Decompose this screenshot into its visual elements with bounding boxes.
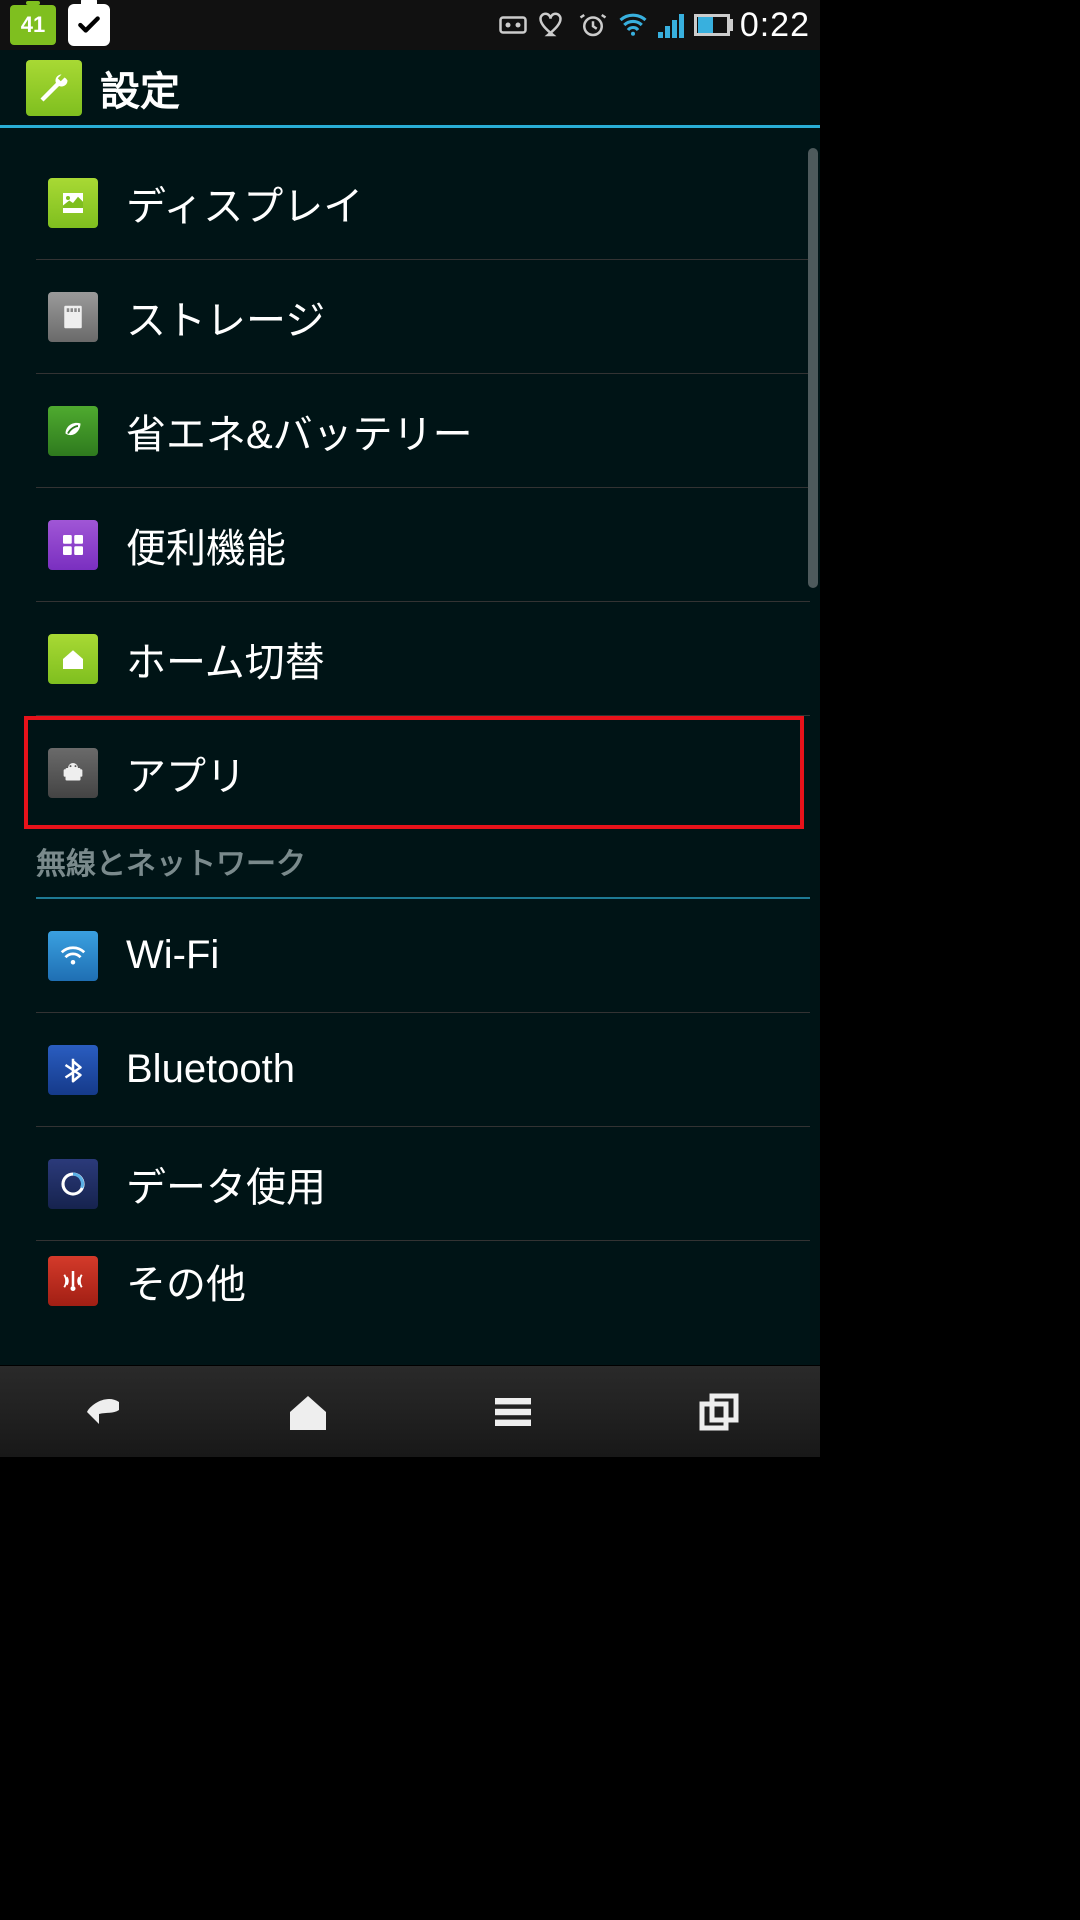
vr-icon [498,10,528,40]
data-usage-icon [48,1159,98,1209]
settings-item-label: アプリ [126,744,246,802]
battery-icon [48,406,98,456]
alarm-icon [578,10,608,40]
settings-item-label: 便利機能 [126,516,286,574]
settings-item-wifi[interactable]: Wi-Fi [0,899,820,1012]
menu-button[interactable] [453,1377,573,1447]
apps-icon [48,748,98,798]
home-button[interactable] [248,1377,368,1447]
section-header-network: 無線とネットワーク [0,829,820,889]
display-icon [48,178,98,228]
settings-item-label: 省エネ&バッテリー [126,402,473,460]
settings-item-label: データ使用 [126,1155,326,1213]
settings-item-label: Wi-Fi [126,933,219,978]
settings-item-other[interactable]: その他 [0,1241,820,1321]
settings-item-storage[interactable]: ストレージ [0,260,820,373]
settings-item-label: ホーム切替 [126,630,325,688]
home-switch-icon [48,634,98,684]
settings-item-label: ディスプレイ [126,174,363,232]
navigation-bar [0,1365,820,1457]
wifi-status-icon [618,10,648,40]
settings-header: 設定 [0,50,820,128]
settings-icon [26,60,82,116]
recent-apps-button[interactable] [658,1377,778,1447]
settings-item-label: ストレージ [126,288,325,346]
battery-app-icon: 41 [10,5,56,45]
settings-item-power-battery[interactable]: 省エネ&バッテリー [0,374,820,487]
heart-icon [538,10,568,40]
back-button[interactable] [43,1377,163,1447]
status-bar: 41 0:22 [0,0,820,50]
settings-item-features[interactable]: 便利機能 [0,488,820,601]
other-icon [48,1256,98,1306]
settings-item-label: その他 [126,1252,246,1310]
settings-item-display[interactable]: ディスプレイ [0,146,820,259]
page-title: 設定 [100,59,180,117]
settings-list[interactable]: ディスプレイ ストレージ 省エネ&バッテリー 便利機能 [0,128,820,1365]
settings-item-bluetooth[interactable]: Bluetooth [0,1013,820,1126]
task-check-icon [68,4,110,46]
storage-icon [48,292,98,342]
battery-status-icon [694,14,730,36]
wifi-icon [48,931,98,981]
settings-item-data-usage[interactable]: データ使用 [0,1127,820,1240]
battery-percent: 41 [21,12,45,38]
signal-icon [658,12,684,38]
bluetooth-icon [48,1045,98,1095]
section-title: 無線とネットワーク [36,839,820,883]
settings-item-label: Bluetooth [126,1047,295,1092]
settings-item-home-switch[interactable]: ホーム切替 [0,602,820,715]
feature-icon [48,520,98,570]
status-time: 0:22 [740,6,810,45]
settings-item-apps[interactable]: アプリ [0,716,820,829]
